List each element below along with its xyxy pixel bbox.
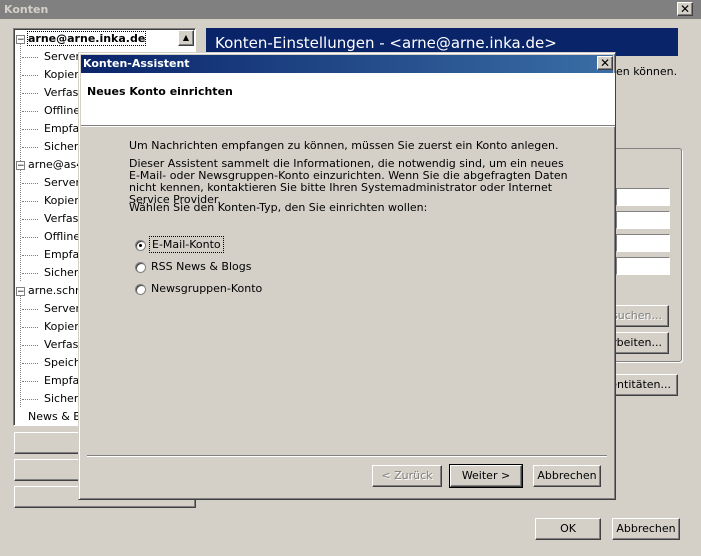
tree-item[interactable]: Server xyxy=(21,48,80,66)
radio-selected-icon[interactable] xyxy=(135,239,146,251)
tree-account-label[interactable]: arne@as4 xyxy=(28,158,83,171)
tree-item[interactable]: Kopien xyxy=(21,318,81,336)
dialog-banner: Neues Konto einrichten xyxy=(81,73,615,126)
collapse-icon[interactable]: − xyxy=(16,34,25,44)
tree-item[interactable]: Server xyxy=(21,300,80,318)
dialog-title: Konten-Assistent xyxy=(81,55,613,73)
description-text: Dieser Assistent sammelt die Information… xyxy=(129,157,568,206)
tree-account-2[interactable]: − arne@as4 xyxy=(16,156,83,174)
divider xyxy=(87,455,607,457)
text-field[interactable] xyxy=(616,211,670,229)
radio-label[interactable]: E-Mail-Konto xyxy=(149,236,224,253)
tree-item[interactable]: Kopien xyxy=(21,192,81,210)
dialog-heading: Neues Konto einrichten xyxy=(87,85,233,98)
radio-label[interactable]: RSS News & Blogs xyxy=(151,260,251,273)
tree-item[interactable]: Offline xyxy=(21,102,80,120)
collapse-icon[interactable]: − xyxy=(16,286,25,296)
collapse-icon[interactable]: − xyxy=(16,160,25,170)
radio-newsgroup-account[interactable]: Newsgruppen-Konto xyxy=(135,281,262,297)
cancel-button[interactable]: Abbrechen xyxy=(612,518,680,540)
settings-description: en können. xyxy=(616,65,678,78)
close-icon[interactable]: ✕ xyxy=(597,56,613,70)
radio-icon[interactable] xyxy=(135,261,146,273)
text-field[interactable] xyxy=(616,234,670,252)
text-field[interactable] xyxy=(616,188,670,206)
radio-rss-account[interactable]: RSS News & Blogs xyxy=(135,259,251,275)
dialog-cancel-button[interactable]: Abbrechen xyxy=(533,465,601,487)
radio-email-account[interactable]: E-Mail-Konto xyxy=(135,236,224,253)
tree-account-label[interactable]: arne@arne.inka.de xyxy=(26,31,147,46)
next-button[interactable]: Weiter > xyxy=(449,464,523,488)
window-title: Konten xyxy=(0,0,701,19)
scroll-up-icon[interactable]: ▲ xyxy=(178,30,194,46)
tree-item[interactable]: Kopien xyxy=(21,66,81,84)
text-field[interactable] xyxy=(616,257,670,275)
ok-button[interactable]: OK xyxy=(535,518,601,540)
prompt-text: Wählen Sie den Konten-Typ, den Sie einri… xyxy=(129,201,428,214)
tree-item[interactable]: Server xyxy=(21,174,80,192)
tree-news-blogs[interactable]: News & Bl xyxy=(28,408,84,426)
intro-text: Um Nachrichten empfangen zu können, müss… xyxy=(129,139,559,152)
tree-account-1[interactable]: − arne@arne.inka.de xyxy=(16,30,147,48)
identity-group-box xyxy=(614,148,682,362)
tree-account-3[interactable]: − arne.schm xyxy=(16,282,86,300)
tree-item[interactable]: Offline xyxy=(21,228,80,246)
account-wizard-dialog: Konten-Assistent ✕ Neues Konto einrichte… xyxy=(78,52,616,500)
radio-label[interactable]: Newsgruppen-Konto xyxy=(151,282,262,295)
radio-icon[interactable] xyxy=(135,283,146,295)
back-button[interactable]: < Zurück xyxy=(372,465,442,487)
close-icon[interactable]: ✕ xyxy=(677,2,693,16)
